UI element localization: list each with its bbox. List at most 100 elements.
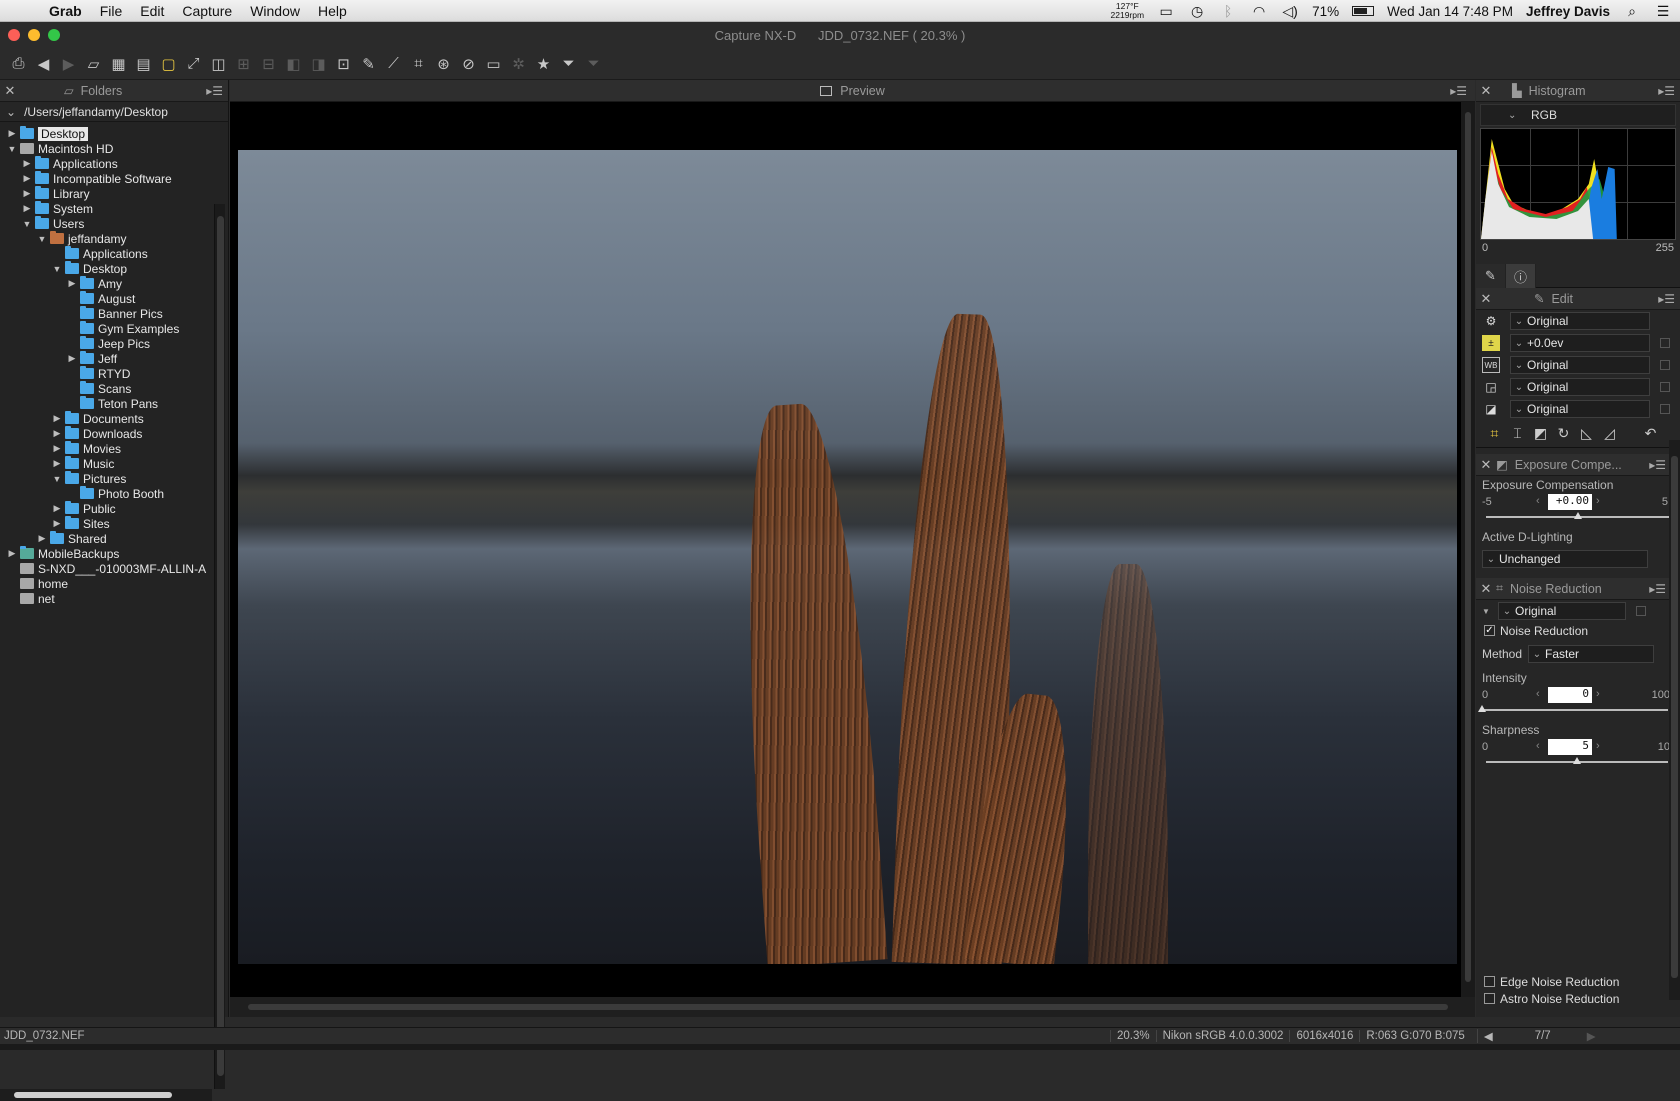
disclosure-closed-icon[interactable]: ▶ [36,533,48,544]
folder-tree-item[interactable]: Applications [0,246,212,261]
close-icon[interactable]: ✕ [1476,291,1496,307]
sharpness-slider[interactable] [1486,757,1668,767]
increase-arrow-icon[interactable]: › [1596,688,1600,700]
folder-tree-item[interactable]: August [0,291,212,306]
folder-tree-item[interactable]: Teton Pans [0,396,212,411]
forward-arrow-icon[interactable]: ▶ [56,52,81,76]
method-dropdown[interactable]: ⌄ Faster [1528,645,1654,663]
open-folder-icon[interactable]: ▱ [81,52,106,76]
slider-knob[interactable] [1478,705,1486,712]
display-icon[interactable]: ▭ [1157,3,1175,20]
folder-tree-item[interactable]: ▶ Library [0,186,212,201]
compare-four-icon[interactable]: ⊞ [231,52,256,76]
curves-tool-icon[interactable]: ◿ [1601,425,1618,442]
noise-preset-dropdown[interactable]: ⌄ Original [1498,602,1626,620]
bluetooth-icon[interactable]: ᛒ [1219,3,1237,19]
menu-edit[interactable]: Edit [131,3,173,19]
previous-image-icon[interactable]: ◀ [1476,1029,1499,1043]
folder-tree-item[interactable]: ▶ Jeff [0,351,212,366]
disclosure-closed-icon[interactable]: ▶ [51,518,63,529]
noise-enable-checkbox[interactable] [1636,606,1646,616]
color-control-point-icon[interactable]: ⊛ [431,52,456,76]
folder-tree-item[interactable]: ▶ Amy [0,276,212,291]
filter-icon[interactable]: ⏷ [556,52,581,76]
next-image-icon[interactable]: ▶ [1587,1029,1596,1043]
monitor-icon[interactable]: ▭ [481,52,506,76]
clear-filter-icon[interactable]: ⏷ [581,52,606,76]
star-rating-icon[interactable]: ★ [531,52,556,76]
menu-window[interactable]: Window [241,3,309,19]
folder-tree-item[interactable]: RTYD [0,366,212,381]
spotlight-search-icon[interactable]: ⌕ [1623,3,1641,20]
volume-icon[interactable]: ◁) [1281,3,1299,20]
histogram-channel-select[interactable]: ⌄ RGB [1480,104,1676,126]
folder-tree-item[interactable]: ▼ Users [0,216,212,231]
disclosure-closed-icon[interactable]: ▶ [51,413,63,424]
scrollbar-thumb[interactable] [248,1004,1448,1010]
folder-tree-item[interactable]: ▶ Desktop [0,126,212,141]
version-dropdown[interactable]: ⌄ Original [1510,312,1650,330]
full-screen-icon[interactable]: ⤢ [181,52,206,76]
folder-tree-item[interactable]: ▼ Desktop [0,261,212,276]
picture-control-enable-checkbox[interactable] [1660,382,1670,392]
noise-reduction-checkbox[interactable]: ✓ [1484,625,1495,636]
decrease-arrow-icon[interactable]: ‹ [1536,740,1540,752]
folder-tree-item[interactable]: Jeep Pics [0,336,212,351]
folder-tree-item[interactable]: home [0,576,212,591]
wifi-icon[interactable]: ◠ [1250,3,1268,20]
folder-tree-item[interactable]: ▶ Public [0,501,212,516]
preview-vertical-scrollbar[interactable] [1461,102,1475,997]
folder-tree-item[interactable]: Scans [0,381,212,396]
exposure-enable-checkbox[interactable] [1660,338,1670,348]
adjustments-scrollbar[interactable] [1669,440,1680,1000]
folder-tree-item[interactable]: Banner Pics [0,306,212,321]
folder-tree-item[interactable]: Gym Examples [0,321,212,336]
retouch-brush-icon[interactable]: ⊘ [456,52,481,76]
before-after-icon[interactable]: ◨ [306,52,331,76]
compare-split-icon[interactable]: ⊟ [256,52,281,76]
exposure-value-input[interactable]: +0.00 [1548,494,1592,510]
exposure-icon[interactable]: ± [1482,335,1500,351]
folder-tree-item[interactable]: ▼ Macintosh HD [0,141,212,156]
menu-file[interactable]: File [91,3,132,19]
active-d-lighting-dropdown[interactable]: ⌄ Unchanged [1482,550,1648,568]
intensity-slider[interactable] [1478,705,1668,715]
perspective-tool-icon[interactable]: ◺ [1578,425,1595,442]
disclosure-closed-icon[interactable]: ▶ [51,503,63,514]
folder-tree-item[interactable]: ▶ Sites [0,516,212,531]
disclosure-open-icon[interactable]: ▼ [51,474,63,484]
folder-tree-item[interactable]: ▶ Documents [0,411,212,426]
zoom-window-button[interactable] [48,29,60,41]
crop-icon[interactable]: ⌗ [406,52,431,76]
back-arrow-icon[interactable]: ◀ [31,52,56,76]
disclosure-closed-icon[interactable]: ▶ [21,173,33,184]
scrollbar-thumb[interactable] [1465,112,1471,982]
disclosure-closed-icon[interactable]: ▶ [21,188,33,199]
astro-noise-checkbox[interactable] [1484,993,1495,1004]
folder-tree-item[interactable]: ▶ Incompatible Software [0,171,212,186]
folder-tree-item[interactable]: ▶ MobileBackups [0,546,212,561]
close-icon[interactable]: ✕ [1476,581,1496,597]
print-icon[interactable]: ⎙ [6,52,31,76]
path-selector[interactable]: ⌄ /Users/jeffandamy/Desktop [0,102,228,122]
compare-two-icon[interactable]: ◫ [206,52,231,76]
increase-arrow-icon[interactable]: › [1596,495,1600,507]
disclosure-open-icon[interactable]: ▼ [21,219,33,229]
undo-icon[interactable]: ↶ [1642,425,1659,442]
battery-percent[interactable]: 71% [1312,4,1339,19]
increase-arrow-icon[interactable]: › [1596,740,1600,752]
panel-menu-icon[interactable]: ▸☰ [1658,84,1675,98]
folder-tree-item[interactable]: ▶ Downloads [0,426,212,441]
minimize-window-button[interactable] [28,29,40,41]
panel-menu-icon[interactable]: ▸☰ [1649,458,1666,472]
tone-dropdown[interactable]: ⌄ Original [1510,400,1650,418]
user-name[interactable]: Jeffrey Davis [1526,4,1610,19]
lost-highlights-icon[interactable]: ✲ [506,52,531,76]
folder-tree-item[interactable]: ▶ Shared [0,531,212,546]
scrollbar-thumb[interactable] [14,1092,172,1098]
gear-icon[interactable]: ⚙ [1482,313,1500,329]
slider-knob[interactable] [1574,512,1582,519]
white-balance-icon[interactable]: WB [1482,357,1500,373]
noise-reduction-tool-icon[interactable]: ⌗ [1486,425,1503,442]
scrollbar-thumb[interactable] [1671,456,1678,978]
